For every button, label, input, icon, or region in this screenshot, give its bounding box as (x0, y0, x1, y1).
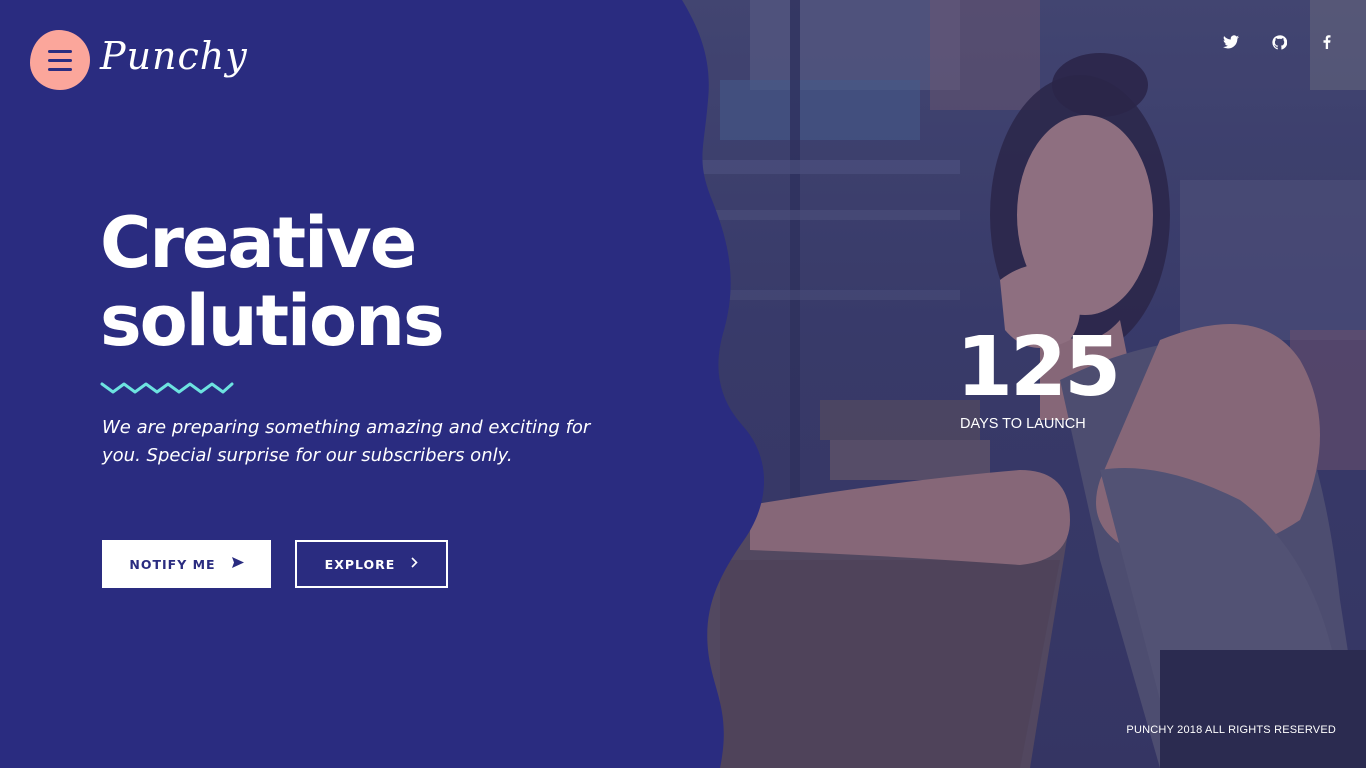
hero-title: Creative solutions (100, 204, 620, 360)
countdown-value: 125 (956, 320, 1121, 415)
paper-plane-icon (231, 556, 244, 572)
facebook-icon[interactable] (1316, 30, 1338, 54)
menu-button[interactable] (30, 30, 90, 90)
chevron-right-icon (411, 556, 418, 572)
hamburger-icon-bar (48, 58, 72, 62)
explore-label: EXPLORE (324, 556, 396, 572)
explore-button[interactable]: EXPLORE (295, 540, 448, 588)
notify-me-button[interactable]: NOTIFY ME (102, 540, 271, 588)
hero-title-line-1: Creative (100, 202, 417, 284)
hero-title-line-2: solutions (100, 280, 445, 362)
launch-countdown: 125 DAYS TO LAUNCH (956, 320, 1121, 433)
github-icon[interactable] (1268, 30, 1290, 54)
social-links (1220, 30, 1338, 54)
countdown-label: DAYS TO LAUNCH (960, 416, 1086, 432)
hero-description: We are preparing something amazing and e… (102, 417, 591, 466)
hamburger-icon-bar (48, 67, 72, 71)
brand-logo[interactable]: Punchy (100, 34, 248, 78)
copyright-text: PUNCHY 2018 ALL RIGHTS RESERVED (1126, 724, 1336, 736)
notify-me-label: NOTIFY ME (129, 556, 216, 572)
twitter-icon[interactable] (1220, 30, 1242, 54)
zigzag-divider (100, 382, 234, 394)
hamburger-icon-bar (48, 49, 72, 53)
